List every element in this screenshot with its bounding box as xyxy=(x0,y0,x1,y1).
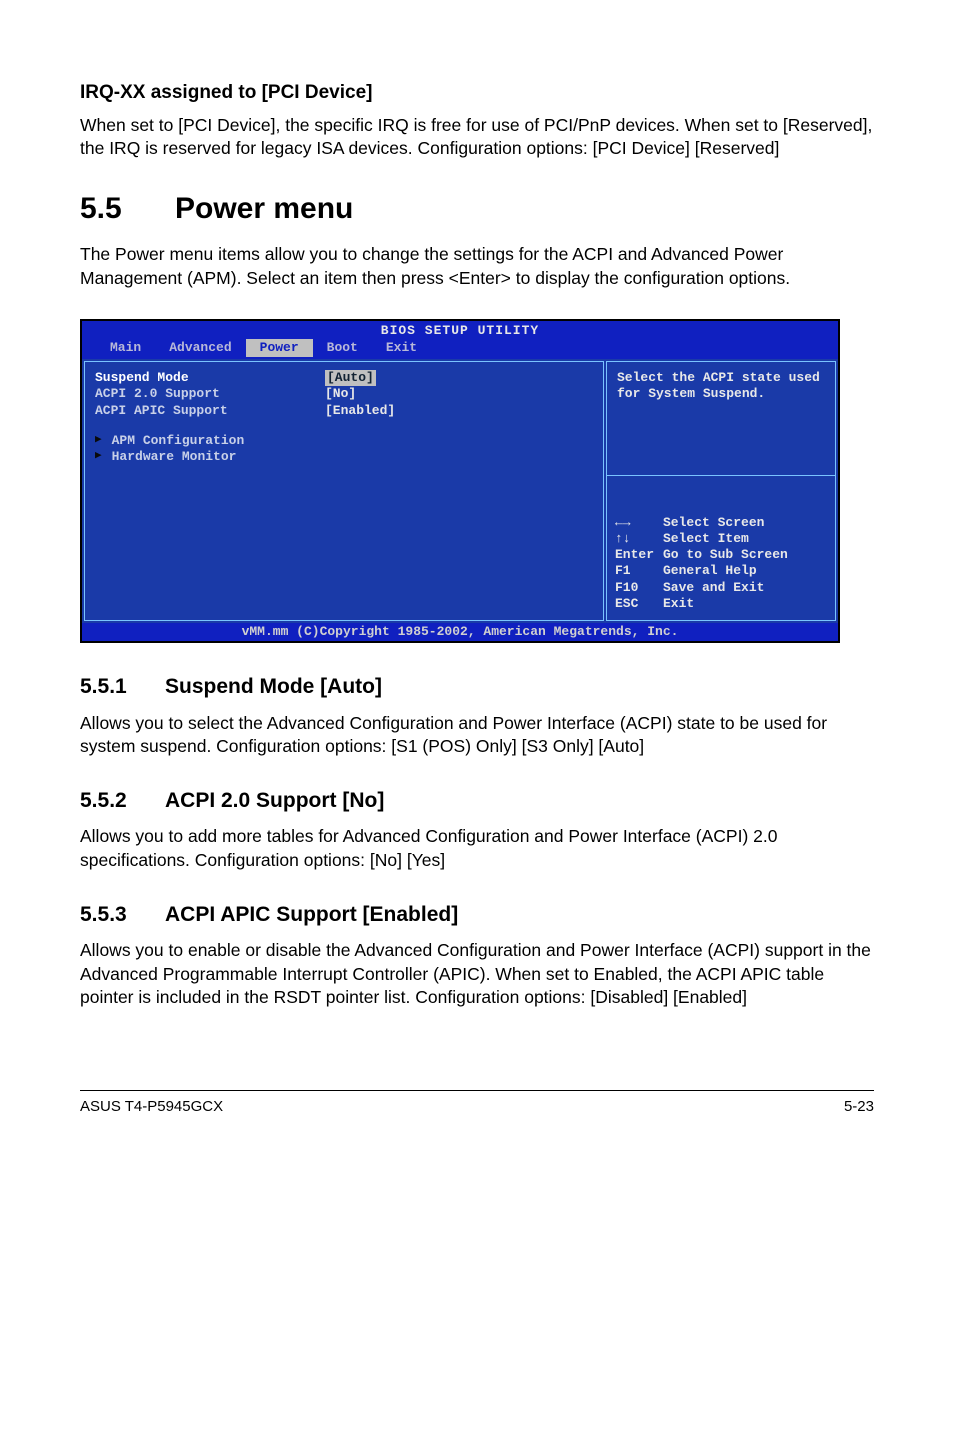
key-name: Enter xyxy=(615,547,663,563)
bios-submenu-label: APM Configuration xyxy=(112,433,245,449)
heading-number: 5.5.2 xyxy=(80,787,165,815)
heading-553: 5.5.3ACPI APIC Support [Enabled] xyxy=(80,901,874,929)
bios-main-panel: Suspend Mode [Auto] ACPI 2.0 Support [No… xyxy=(84,361,604,621)
bios-item-value: [Enabled] xyxy=(325,403,395,419)
key-desc: Exit xyxy=(663,596,694,611)
key-desc: Select Item xyxy=(663,531,749,546)
key-desc: General Help xyxy=(663,563,757,578)
heading-number: 5.5 xyxy=(80,189,175,230)
bios-item-suspend-mode[interactable]: Suspend Mode [Auto] xyxy=(95,370,593,386)
key-row: F1General Help xyxy=(615,563,827,579)
key-desc: Go to Sub Screen xyxy=(663,547,788,562)
triangle-right-icon: ▶ xyxy=(95,450,102,464)
bios-tabs: Main Advanced Power Boot Exit xyxy=(82,339,838,359)
heading-irq: IRQ-XX assigned to [PCI Device] xyxy=(80,80,874,106)
key-name: F10 xyxy=(615,580,663,596)
bios-tab-boot[interactable]: Boot xyxy=(313,339,372,357)
para-irq: When set to [PCI Device], the specific I… xyxy=(80,114,874,161)
bios-tab-main[interactable]: Main xyxy=(96,339,155,357)
bios-key-legend: ←→Select Screen ↑↓Select Item EnterGo to… xyxy=(606,476,836,621)
para-553: Allows you to enable or disable the Adva… xyxy=(80,939,874,1010)
footer-product: ASUS T4-P5945GCX xyxy=(80,1097,223,1117)
para-552: Allows you to add more tables for Advanc… xyxy=(80,825,874,872)
bios-item-acpi-apic[interactable]: ACPI APIC Support [Enabled] xyxy=(95,403,593,419)
bios-header: BIOS SETUP UTILITY Main Advanced Power B… xyxy=(82,321,838,360)
bios-item-label: Suspend Mode xyxy=(95,370,325,386)
bios-submenu-apm[interactable]: ▶ APM Configuration xyxy=(95,433,593,449)
key-desc: Select Screen xyxy=(663,515,764,530)
heading-text: ACPI APIC Support [Enabled] xyxy=(165,903,458,926)
key-name: ↑↓ xyxy=(615,531,663,547)
heading-number: 5.5.1 xyxy=(80,673,165,701)
bios-item-label: ACPI APIC Support xyxy=(95,403,325,419)
key-name: ←→ xyxy=(615,515,663,531)
key-name: ESC xyxy=(615,596,663,612)
bios-item-value: [Auto] xyxy=(325,370,376,386)
bios-tab-advanced[interactable]: Advanced xyxy=(155,339,245,357)
key-desc: Save and Exit xyxy=(663,580,764,595)
heading-text: Suspend Mode [Auto] xyxy=(165,675,382,698)
bios-screenshot: BIOS SETUP UTILITY Main Advanced Power B… xyxy=(80,319,840,644)
key-row: ←→Select Screen xyxy=(615,515,827,531)
triangle-right-icon: ▶ xyxy=(95,434,102,448)
heading-552: 5.5.2ACPI 2.0 Support [No] xyxy=(80,787,874,815)
bios-tab-exit[interactable]: Exit xyxy=(372,339,431,357)
para-551: Allows you to select the Advanced Config… xyxy=(80,712,874,759)
heading-number: 5.5.3 xyxy=(80,901,165,929)
heading-text: ACPI 2.0 Support [No] xyxy=(165,789,384,812)
spacer xyxy=(95,419,593,433)
heading-power-menu: 5.5Power menu xyxy=(80,189,874,230)
key-row: ↑↓Select Item xyxy=(615,531,827,547)
bios-tab-power[interactable]: Power xyxy=(246,339,313,357)
bios-body: Suspend Mode [Auto] ACPI 2.0 Support [No… xyxy=(82,359,838,623)
key-row: EnterGo to Sub Screen xyxy=(615,547,827,563)
page-footer: ASUS T4-P5945GCX 5-23 xyxy=(80,1090,874,1117)
bios-submenu-hwmonitor[interactable]: ▶ Hardware Monitor xyxy=(95,449,593,465)
bios-title: BIOS SETUP UTILITY xyxy=(82,323,838,339)
bios-help-text: Select the ACPI state used for System Su… xyxy=(606,361,836,476)
heading-text: Power menu xyxy=(175,192,353,225)
bios-item-value: [No] xyxy=(325,386,356,402)
footer-page-number: 5-23 xyxy=(844,1097,874,1117)
bios-item-label: ACPI 2.0 Support xyxy=(95,386,325,402)
key-row: ESCExit xyxy=(615,596,827,612)
heading-551: 5.5.1Suspend Mode [Auto] xyxy=(80,673,874,701)
key-row: F10Save and Exit xyxy=(615,580,827,596)
key-name: F1 xyxy=(615,563,663,579)
bios-item-acpi20[interactable]: ACPI 2.0 Support [No] xyxy=(95,386,593,402)
para-power-intro: The Power menu items allow you to change… xyxy=(80,243,874,290)
bios-footer: vMM.mm (C)Copyright 1985-2002, American … xyxy=(82,623,838,641)
bios-side-panel: Select the ACPI state used for System Su… xyxy=(606,361,836,621)
bios-submenu-label: Hardware Monitor xyxy=(112,449,237,465)
